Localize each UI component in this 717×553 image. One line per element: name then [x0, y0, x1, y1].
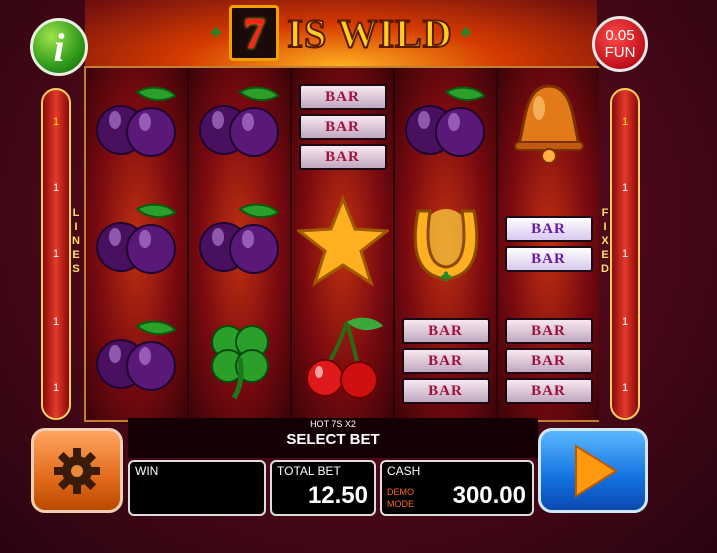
- cash-box: CASH DEMO MODE 300.00: [380, 460, 534, 516]
- svg-text:♣: ♣: [440, 268, 451, 285]
- hot-label: HOT 7S X2: [310, 419, 356, 429]
- plum-symbol: [194, 195, 286, 292]
- select-bet-button[interactable]: SELECT BET: [128, 431, 538, 448]
- total-bet-box[interactable]: TOTAL BET 12.50: [270, 460, 376, 516]
- info-button[interactable]: i: [30, 18, 88, 76]
- line-number[interactable]: 1: [41, 316, 71, 328]
- coin-value-button[interactable]: 0.05 FUN: [592, 16, 648, 72]
- bar-label: BAR: [504, 377, 593, 404]
- settings-button[interactable]: [31, 428, 123, 513]
- total-bet-label: TOTAL BET: [277, 464, 341, 478]
- reel: [86, 68, 187, 420]
- fixed-rail: 1 1 1 1 1: [610, 88, 640, 420]
- line-number: 1: [621, 316, 629, 328]
- bar-symbol: BAR BAR BAR: [504, 317, 593, 404]
- bar-label: BAR: [298, 143, 387, 170]
- bar-label: BAR: [401, 317, 490, 344]
- demo-text: DEMO: [387, 487, 414, 497]
- banner-title: IS WILD: [286, 10, 453, 57]
- clover-icon: ♣: [210, 24, 222, 41]
- reel-cell: [189, 185, 290, 302]
- reel-grid: BAR BAR BAR ♣ BAR BAR BAR BAR BAR BAR BAR BAR: [84, 66, 599, 422]
- reel-cell: BAR BAR: [498, 185, 599, 302]
- bar-symbol: BAR BAR: [504, 215, 593, 272]
- line-number[interactable]: 1: [41, 382, 71, 394]
- line-number: 1: [621, 248, 629, 260]
- clover-icon: ♣: [460, 24, 472, 41]
- line-number[interactable]: 1: [41, 248, 71, 260]
- bar-symbol: BAR BAR BAR: [298, 83, 387, 170]
- cherry-symbol: [297, 312, 389, 409]
- cash-label: CASH: [387, 464, 421, 478]
- reel-cell: [292, 302, 393, 419]
- seven-symbol: 7: [229, 5, 280, 61]
- plum-symbol: [194, 78, 286, 175]
- mode-text: MODE: [387, 499, 414, 509]
- bar-label: BAR: [504, 245, 593, 272]
- bar-label: BAR: [298, 113, 387, 140]
- fixed-label: FIXED: [598, 206, 612, 276]
- reel-cell: [189, 68, 290, 185]
- bar-label: BAR: [504, 215, 593, 242]
- lines-label: LINES: [69, 206, 83, 276]
- plum-symbol: [91, 312, 183, 409]
- coin-currency: FUN: [604, 44, 636, 61]
- star-symbol: [294, 194, 391, 292]
- reel-cell: [86, 185, 187, 302]
- gear-icon: [54, 447, 100, 494]
- reel-cell: BAR BAR BAR: [292, 68, 393, 185]
- bar-label: BAR: [401, 377, 490, 404]
- bar-label: BAR: [298, 83, 387, 110]
- win-label: WIN: [135, 464, 159, 478]
- play-icon: [575, 443, 618, 498]
- reel-cell: [395, 68, 496, 185]
- reel-cell: BAR BAR BAR: [498, 302, 599, 419]
- reel-cell: [189, 302, 290, 419]
- plum-symbol: [91, 195, 183, 292]
- cash-value: 300.00: [452, 482, 526, 509]
- title-banner: ♣ 7 IS WILD ♣: [85, 0, 597, 66]
- demo-mode-label: DEMO MODE: [387, 486, 414, 510]
- bar-label: BAR: [401, 347, 490, 374]
- spin-button[interactable]: [538, 428, 648, 513]
- reel: [189, 68, 290, 420]
- bell-symbol: [503, 78, 595, 175]
- line-number: 1: [621, 382, 629, 394]
- plum-symbol: [400, 78, 492, 175]
- reel-cell: BAR BAR BAR: [395, 302, 496, 419]
- fixed-label-text: FIXED: [601, 207, 609, 275]
- line-number: 1: [621, 116, 629, 128]
- bar-label: BAR: [504, 347, 593, 374]
- lines-label-text: LINES: [72, 207, 80, 275]
- plum-symbol: [91, 78, 183, 175]
- line-number[interactable]: 1: [41, 182, 71, 194]
- reel-cell: [292, 185, 393, 302]
- line-number[interactable]: 1: [41, 116, 71, 128]
- reel: ♣ BAR BAR BAR: [395, 68, 496, 420]
- reel-cell: [86, 68, 187, 185]
- horseshoe-symbol: ♣: [400, 191, 492, 296]
- reel-cell: ♣: [395, 185, 496, 302]
- lines-rail: 1 1 1 1 1: [41, 88, 71, 420]
- reel: BAR BAR BAR: [292, 68, 393, 420]
- reel-cell: [86, 302, 187, 419]
- win-box: WIN: [128, 460, 266, 516]
- coin-value: 0.05: [605, 27, 635, 44]
- clover-symbol: [194, 312, 286, 409]
- bar-label: BAR: [504, 317, 593, 344]
- total-bet-value: 12.50: [307, 482, 368, 509]
- line-number: 1: [621, 182, 629, 194]
- reel-cell: [498, 68, 599, 185]
- bar-symbol: BAR BAR BAR: [401, 317, 490, 404]
- reel: BAR BAR BAR BAR BAR: [498, 68, 599, 420]
